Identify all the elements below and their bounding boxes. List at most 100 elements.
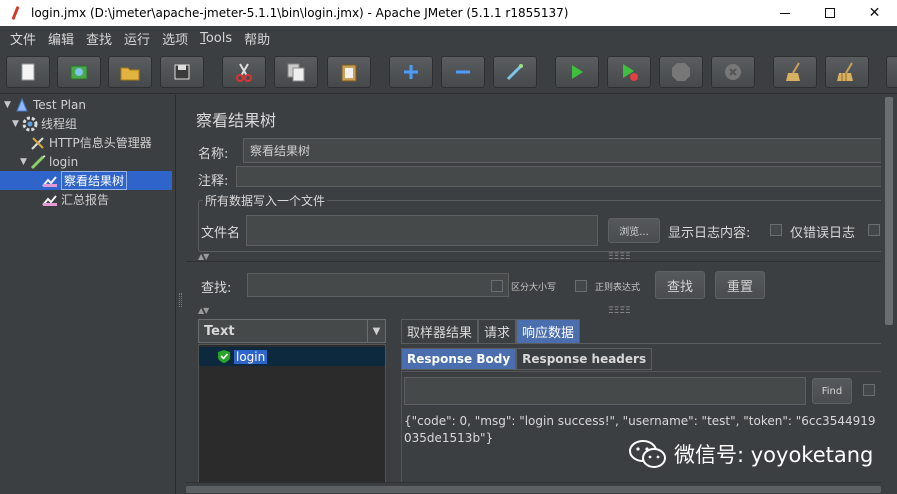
tab-response-data[interactable]: 响应数据 [516,319,581,343]
menu-edit[interactable]: 编辑 [42,29,80,48]
clear-button[interactable] [773,56,817,88]
wrench-icon [30,135,46,151]
find-option-checkbox[interactable] [863,384,875,396]
clear-all-button[interactable] [825,56,869,88]
templates-button[interactable] [57,56,101,88]
comment-field[interactable] [236,166,888,187]
browse-button[interactable]: 浏览... [608,218,660,243]
close-button[interactable]: ✕ [852,0,897,26]
tab-request[interactable]: 请求 [478,319,517,343]
tab-response-body[interactable]: Response Body [401,348,517,370]
success-only-checkbox[interactable] [868,224,880,236]
scroll-thumb[interactable] [186,486,881,493]
find-button[interactable]: Find [812,378,852,404]
panel-splitter[interactable] [177,95,185,494]
filename-input[interactable] [246,215,598,246]
menu-search[interactable]: 查找 [80,29,118,48]
tab-sampler-result[interactable]: 取样器结果 [401,319,479,343]
collapse-arrows-icon[interactable]: ▲▼ [198,252,222,261]
chevron-down-icon[interactable]: ▼ [367,320,385,342]
start-no-pause-button[interactable] [607,56,651,88]
drag-grip-icon[interactable]: ΞΞΞΞ [608,306,632,316]
list-item[interactable]: login [199,347,385,366]
expand-arrow-icon[interactable]: ▼ [20,157,30,167]
errors-only-label: 仅错误日志 [790,226,856,241]
menu-options[interactable]: 选项 [156,29,194,48]
splitter-grip[interactable] [179,293,182,307]
plus-icon [404,65,418,79]
expand-all-button[interactable] [389,56,433,88]
search-button[interactable]: 查找 [655,271,705,299]
comment-label: 注释: [198,174,229,189]
test-plan-icon [14,97,30,113]
menu-help[interactable]: 帮助 [238,29,276,48]
shutdown-icon [725,64,741,80]
test-plan-tree: ▼ Test Plan ▼ 线程组 HTTP信息头管理器 ▼ login 察看结… [0,95,176,494]
play-no-pause-icon [623,64,638,81]
drag-grip-icon[interactable]: ΞΞΞΞ [608,252,632,262]
tree-node-summary-report[interactable]: 汇总报告 [42,190,109,209]
title-bar: login.jmx (D:\jmeter\apache-jmeter-5.1.1… [0,0,897,26]
tree-node-login[interactable]: ▼ login [20,152,78,171]
minimize-button[interactable] [762,0,807,26]
regex-checkbox[interactable] [575,280,587,292]
tree-node-result-tree[interactable]: 察看结果树 [0,171,172,190]
menu-run[interactable]: 运行 [118,29,156,48]
sampler-pen-icon [30,154,46,170]
wechat-icon [628,438,668,470]
collapse-all-button[interactable] [441,56,485,88]
expand-arrow-icon[interactable]: ▼ [4,100,14,110]
menu-file[interactable]: 文件 [4,29,42,48]
search-input[interactable] [247,273,509,297]
menu-tools[interactable]: Tools [194,31,238,46]
watermark-text: 微信号: yoyoketang [674,443,874,467]
paste-icon [341,64,357,82]
renderer-select[interactable]: Text ▼ [198,319,386,343]
shutdown-button[interactable] [711,56,755,88]
start-button[interactable] [555,56,599,88]
minimize-icon [779,12,790,14]
name-field[interactable]: 察看结果树 [243,138,888,163]
tree-node-header-manager[interactable]: HTTP信息头管理器 [30,133,152,152]
shield-check-icon [217,349,231,364]
jmeter-feather-icon [9,5,23,21]
collapse-arrows-icon[interactable]: ▲▼ [198,306,222,315]
expand-arrow-icon[interactable]: ▼ [12,119,22,129]
new-icon [21,63,35,81]
maximize-button[interactable] [807,0,852,26]
open-icon [120,67,140,81]
tree-node-thread-group[interactable]: ▼ 线程组 [12,114,77,133]
write-all-legend: 所有数据写入一个文件 [203,192,328,209]
sample-result-list: login [198,344,386,494]
wechat-watermark: 微信号: yoyoketang [628,436,873,472]
maximize-icon [824,8,835,18]
case-sensitive-label: 区分大小写 [511,283,557,293]
horizontal-scrollbar[interactable] [186,482,881,494]
minus-icon [456,70,470,74]
log-content-label: 显示日志内容: [668,226,751,241]
reset-button[interactable]: 重置 [715,271,765,299]
errors-only-checkbox[interactable] [770,224,782,236]
regex-label: 正则表达式 [595,283,641,293]
listener-graph-icon [42,192,58,208]
menu-bar: 文件 编辑 查找 运行 选项 Tools 帮助 [0,26,897,50]
search-toolbar-button[interactable] [886,56,897,88]
cut-button[interactable] [222,56,266,88]
vertical-scrollbar[interactable] [881,95,897,494]
filename-label: 文件名 [201,226,241,241]
open-button[interactable] [108,56,152,88]
templates-icon [70,65,88,80]
case-sensitive-checkbox[interactable] [491,280,503,292]
broom-all-icon [837,62,853,81]
toggle-button[interactable] [493,56,537,88]
scroll-thumb[interactable] [885,97,893,325]
new-button[interactable] [6,56,50,88]
tree-node-test-plan[interactable]: ▼ Test Plan [4,95,86,114]
paste-button[interactable] [327,56,371,88]
save-button[interactable] [160,56,204,88]
copy-button[interactable] [274,56,318,88]
find-input[interactable] [404,377,806,405]
tab-response-headers[interactable]: Response headers [516,348,653,370]
stop-button[interactable] [659,56,703,88]
name-label: 名称: [198,147,229,162]
